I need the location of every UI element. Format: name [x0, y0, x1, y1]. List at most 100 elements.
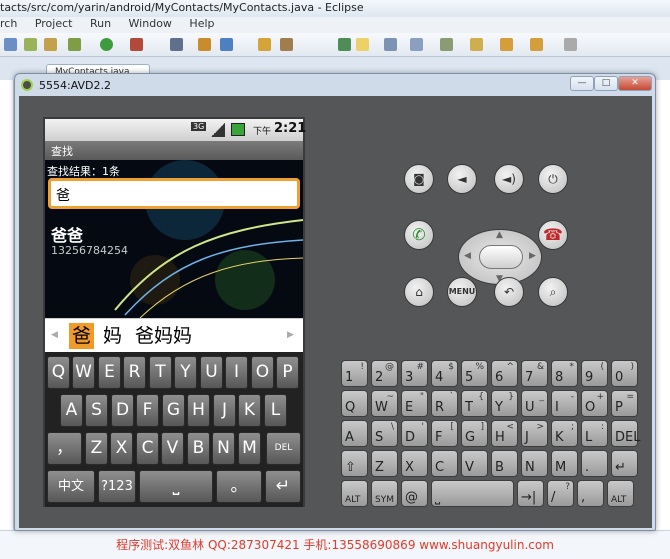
hardware-key[interactable]: U _	[521, 390, 548, 417]
hardware-key[interactable]: Q	[341, 390, 368, 417]
key[interactable]: L	[264, 394, 287, 427]
menu-item-search[interactable]: rch	[0, 17, 17, 30]
hardware-key[interactable]: E "	[401, 390, 428, 417]
hardware-key[interactable]: W ~	[371, 390, 398, 417]
key[interactable]: W	[72, 356, 95, 389]
key[interactable]: E	[98, 356, 121, 389]
key[interactable]: N	[212, 432, 235, 465]
hardware-key[interactable]: 3 #	[401, 360, 428, 387]
toolbar-icon[interactable]	[384, 38, 397, 51]
key[interactable]: V	[161, 432, 184, 465]
hardware-key[interactable]: Y}	[491, 390, 518, 417]
search-button[interactable]: ⌕	[538, 277, 568, 307]
volume-up-button[interactable]: ◄)	[494, 164, 524, 194]
hardware-key[interactable]: G]	[461, 420, 488, 447]
hardware-key[interactable]: C	[431, 450, 458, 477]
menu-item-window[interactable]: Window	[129, 17, 172, 30]
dpad-center-button[interactable]	[479, 245, 523, 269]
hardware-key[interactable]: ALT	[341, 480, 368, 507]
home-button[interactable]: ⌂	[404, 277, 434, 307]
key[interactable]: Z	[85, 432, 108, 465]
forward-nav-icon[interactable]	[530, 38, 543, 51]
key[interactable]: O	[251, 356, 274, 389]
key[interactable]: K	[238, 394, 261, 427]
key[interactable]: Q	[47, 356, 70, 389]
toolbar-icon[interactable]	[564, 38, 577, 51]
toolbar-icon[interactable]	[356, 38, 369, 51]
hardware-key[interactable]: X	[401, 450, 428, 477]
open-folder-icon[interactable]	[258, 38, 271, 51]
hardware-key[interactable]: D '	[401, 420, 428, 447]
space-key[interactable]: ⎵	[139, 470, 213, 503]
hardware-key[interactable]: A	[341, 420, 368, 447]
toolbar-icon[interactable]	[440, 38, 453, 51]
toolbar-icon[interactable]	[220, 38, 233, 51]
enter-key[interactable]: ↵	[265, 470, 301, 503]
menu-item-help[interactable]: Help	[189, 17, 214, 30]
key[interactable]: S	[85, 394, 108, 427]
candidate-item[interactable]: 爸	[69, 323, 95, 349]
toolbar-icon[interactable]	[198, 38, 211, 51]
end-call-button[interactable]: ☎	[538, 220, 568, 250]
back-nav-icon[interactable]	[500, 38, 513, 51]
delete-key[interactable]: DEL	[266, 432, 301, 465]
menu-item-project[interactable]: Project	[35, 17, 73, 30]
candidate-right-arrow-icon[interactable]: ▶	[287, 330, 294, 340]
hardware-key[interactable]: B	[491, 450, 518, 477]
toolbar-icon[interactable]	[170, 38, 183, 51]
hardware-key[interactable]: V	[461, 450, 488, 477]
dpad-up-icon[interactable]: ▲	[496, 230, 503, 240]
hardware-key[interactable]: /?	[547, 480, 574, 507]
hardware-key[interactable]: 1!	[341, 360, 368, 387]
hardware-key[interactable]: ALT	[607, 480, 634, 507]
key[interactable]: T	[149, 356, 172, 389]
dpad[interactable]: ▲ ▼ ◀ ▶	[458, 229, 542, 285]
hardware-key[interactable]: 2 @	[371, 360, 398, 387]
candidate-item[interactable]: 爸妈妈	[135, 323, 192, 349]
contact-name[interactable]: 爸爸	[51, 222, 83, 246]
dpad-left-icon[interactable]: ◀	[464, 251, 471, 261]
camera-button[interactable]: ◙	[404, 164, 434, 194]
period-key[interactable]: 。	[216, 470, 262, 503]
key[interactable]: G	[162, 394, 185, 427]
external-tools-icon[interactable]	[130, 38, 143, 51]
dpad-right-icon[interactable]: ▶	[529, 251, 536, 261]
hardware-key[interactable]: DEL	[611, 420, 640, 447]
key[interactable]: U	[200, 356, 223, 389]
key[interactable]: X	[110, 432, 133, 465]
symbols-key[interactable]: ?123	[98, 470, 136, 503]
comma-key[interactable]: ，	[47, 432, 82, 465]
hardware-key[interactable]: S \	[371, 420, 398, 447]
key[interactable]: P	[276, 356, 299, 389]
hardware-key[interactable]: Z	[371, 450, 398, 477]
hardware-key[interactable]: J >	[521, 420, 548, 447]
hardware-key[interactable]: 5%	[461, 360, 488, 387]
hardware-key[interactable]: ,	[577, 480, 604, 507]
chinese-mode-key[interactable]: 中文	[47, 470, 95, 503]
debug-icon[interactable]	[68, 38, 81, 51]
key[interactable]: B	[187, 432, 210, 465]
hardware-key[interactable]: T{	[461, 390, 488, 417]
search-input[interactable]: 爸	[48, 178, 300, 209]
toolbar-icon[interactable]	[280, 38, 293, 51]
maximize-button[interactable]: □	[594, 76, 618, 91]
key[interactable]: Y	[174, 356, 197, 389]
menu-item-run[interactable]: Run	[90, 17, 111, 30]
key[interactable]: I	[225, 356, 248, 389]
toolbar-icon[interactable]	[24, 38, 37, 51]
hardware-key[interactable]: R `	[431, 390, 458, 417]
key[interactable]: F	[136, 394, 159, 427]
toolbar-icon[interactable]	[44, 38, 57, 51]
hardware-key[interactable]: 4 $	[431, 360, 458, 387]
hardware-key[interactable]: K;	[551, 420, 578, 447]
hardware-key[interactable]: P =	[611, 390, 638, 417]
hardware-key[interactable]: 6 ^	[491, 360, 518, 387]
call-button[interactable]: ✆	[404, 220, 434, 250]
key[interactable]: A	[60, 394, 83, 427]
hardware-key[interactable]: I-	[551, 390, 578, 417]
hardware-key[interactable]: H <	[491, 420, 518, 447]
key[interactable]: H	[187, 394, 210, 427]
key[interactable]: J	[213, 394, 236, 427]
power-button[interactable]: ⏻	[538, 164, 568, 194]
hardware-key[interactable]: 8 *	[551, 360, 578, 387]
